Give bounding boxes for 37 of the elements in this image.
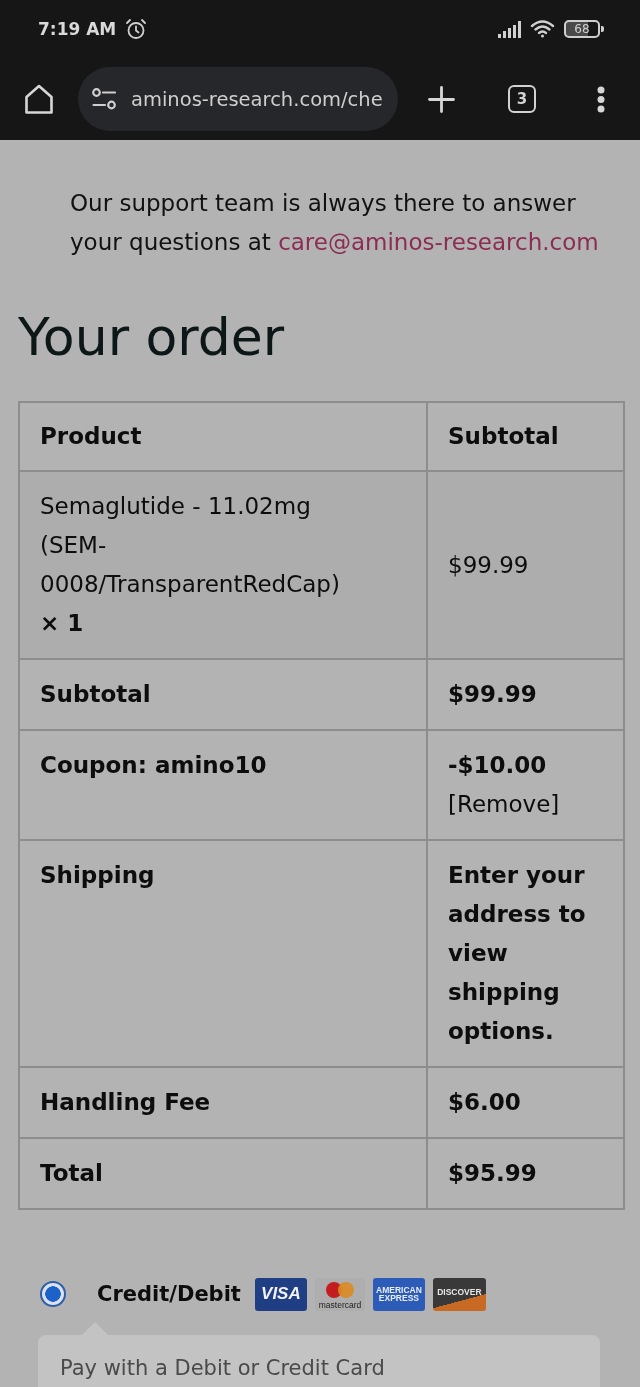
visa-logo: VISA	[254, 1277, 307, 1311]
address-bar[interactable]: aminos-research.com/che	[78, 67, 398, 131]
email-link[interactable]: care@aminos-research.com	[278, 229, 599, 255]
payment-method-label: Credit/Debit	[97, 1282, 241, 1306]
row-label: Shipping	[19, 840, 427, 1067]
row-value: $99.99	[427, 659, 624, 730]
menu-icon[interactable]	[597, 85, 605, 113]
row-value: $6.00	[427, 1067, 624, 1138]
product-price: $99.99	[427, 471, 624, 659]
tune-icon	[92, 88, 116, 110]
row-label: Handling Fee	[19, 1067, 427, 1138]
signal-icon	[498, 20, 521, 38]
home-icon[interactable]	[24, 83, 54, 115]
row-value: Enter your address to view shipping options.	[427, 840, 624, 1067]
coupon-amount: -$10.00	[448, 751, 548, 780]
payment-description: Pay with a Debit or Credit Card	[60, 1357, 386, 1379]
status-time: 7:19 AM	[38, 19, 117, 39]
row-label: Subtotal	[19, 659, 427, 730]
row-label: Total	[19, 1138, 427, 1209]
amex-logo: AMERICAN EXPRESS	[372, 1277, 425, 1311]
radio-button[interactable]	[40, 1281, 66, 1307]
product-quantity: × 1	[40, 610, 84, 636]
remove-link[interactable]: [Remove]	[448, 785, 603, 824]
row-label: Coupon: amino10	[19, 730, 427, 840]
discover-logo: DISCOVER	[432, 1277, 486, 1311]
column-header: Product	[19, 402, 427, 471]
tab-switcher-button[interactable]: 3	[508, 85, 536, 113]
wifi-icon	[530, 19, 555, 39]
support-note: Our support team is always there to answer your questions at care@aminos-research.com	[70, 189, 600, 257]
order-heading: Your order	[18, 306, 286, 368]
mastercard-logo: mastercard	[314, 1277, 365, 1311]
plus-icon[interactable]	[428, 85, 455, 113]
row-value: $95.99	[427, 1138, 624, 1209]
battery-indicator: 68	[564, 20, 604, 38]
product-name: Semaglutide - 11.02mg (SEM-0008/TransparentRedCap)	[40, 493, 340, 597]
url-text: aminos-research.com/che	[131, 87, 383, 111]
alarm-icon	[125, 18, 148, 40]
